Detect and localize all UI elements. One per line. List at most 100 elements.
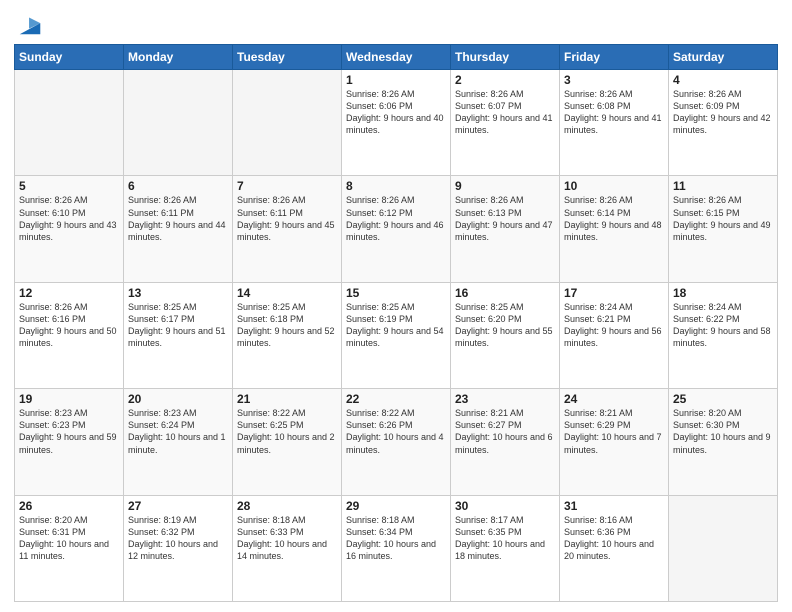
calendar-week-2: 5Sunrise: 8:26 AM Sunset: 6:10 PM Daylig… — [15, 176, 778, 282]
day-number: 12 — [19, 286, 119, 300]
calendar-cell: 30Sunrise: 8:17 AM Sunset: 6:35 PM Dayli… — [451, 495, 560, 601]
day-info: Sunrise: 8:26 AM Sunset: 6:06 PM Dayligh… — [346, 88, 446, 137]
day-number: 25 — [673, 392, 773, 406]
calendar-cell — [669, 495, 778, 601]
page: SundayMondayTuesdayWednesdayThursdayFrid… — [0, 0, 792, 612]
calendar-cell: 27Sunrise: 8:19 AM Sunset: 6:32 PM Dayli… — [124, 495, 233, 601]
weekday-header-friday: Friday — [560, 45, 669, 70]
day-info: Sunrise: 8:25 AM Sunset: 6:20 PM Dayligh… — [455, 301, 555, 350]
day-info: Sunrise: 8:26 AM Sunset: 6:07 PM Dayligh… — [455, 88, 555, 137]
calendar-cell: 31Sunrise: 8:16 AM Sunset: 6:36 PM Dayli… — [560, 495, 669, 601]
day-number: 11 — [673, 179, 773, 193]
day-info: Sunrise: 8:25 AM Sunset: 6:19 PM Dayligh… — [346, 301, 446, 350]
weekday-header-wednesday: Wednesday — [342, 45, 451, 70]
day-info: Sunrise: 8:26 AM Sunset: 6:15 PM Dayligh… — [673, 194, 773, 243]
day-number: 29 — [346, 499, 446, 513]
day-info: Sunrise: 8:24 AM Sunset: 6:22 PM Dayligh… — [673, 301, 773, 350]
calendar-table: SundayMondayTuesdayWednesdayThursdayFrid… — [14, 44, 778, 602]
day-number: 18 — [673, 286, 773, 300]
day-info: Sunrise: 8:26 AM Sunset: 6:13 PM Dayligh… — [455, 194, 555, 243]
day-info: Sunrise: 8:22 AM Sunset: 6:25 PM Dayligh… — [237, 407, 337, 456]
day-info: Sunrise: 8:23 AM Sunset: 6:24 PM Dayligh… — [128, 407, 228, 456]
day-info: Sunrise: 8:19 AM Sunset: 6:32 PM Dayligh… — [128, 514, 228, 563]
calendar-cell: 29Sunrise: 8:18 AM Sunset: 6:34 PM Dayli… — [342, 495, 451, 601]
calendar-cell: 17Sunrise: 8:24 AM Sunset: 6:21 PM Dayli… — [560, 282, 669, 388]
calendar-cell — [233, 70, 342, 176]
day-number: 1 — [346, 73, 446, 87]
calendar-cell: 9Sunrise: 8:26 AM Sunset: 6:13 PM Daylig… — [451, 176, 560, 282]
day-info: Sunrise: 8:20 AM Sunset: 6:31 PM Dayligh… — [19, 514, 119, 563]
day-info: Sunrise: 8:26 AM Sunset: 6:14 PM Dayligh… — [564, 194, 664, 243]
day-number: 21 — [237, 392, 337, 406]
day-info: Sunrise: 8:23 AM Sunset: 6:23 PM Dayligh… — [19, 407, 119, 456]
calendar-week-1: 1Sunrise: 8:26 AM Sunset: 6:06 PM Daylig… — [15, 70, 778, 176]
day-number: 6 — [128, 179, 228, 193]
calendar-cell: 16Sunrise: 8:25 AM Sunset: 6:20 PM Dayli… — [451, 282, 560, 388]
day-number: 2 — [455, 73, 555, 87]
calendar-cell: 26Sunrise: 8:20 AM Sunset: 6:31 PM Dayli… — [15, 495, 124, 601]
day-number: 16 — [455, 286, 555, 300]
calendar-cell: 20Sunrise: 8:23 AM Sunset: 6:24 PM Dayli… — [124, 389, 233, 495]
day-number: 19 — [19, 392, 119, 406]
calendar-cell: 21Sunrise: 8:22 AM Sunset: 6:25 PM Dayli… — [233, 389, 342, 495]
calendar-cell: 10Sunrise: 8:26 AM Sunset: 6:14 PM Dayli… — [560, 176, 669, 282]
calendar-week-4: 19Sunrise: 8:23 AM Sunset: 6:23 PM Dayli… — [15, 389, 778, 495]
calendar-cell: 1Sunrise: 8:26 AM Sunset: 6:06 PM Daylig… — [342, 70, 451, 176]
day-number: 10 — [564, 179, 664, 193]
day-info: Sunrise: 8:17 AM Sunset: 6:35 PM Dayligh… — [455, 514, 555, 563]
day-info: Sunrise: 8:26 AM Sunset: 6:16 PM Dayligh… — [19, 301, 119, 350]
day-number: 26 — [19, 499, 119, 513]
day-number: 30 — [455, 499, 555, 513]
day-info: Sunrise: 8:26 AM Sunset: 6:08 PM Dayligh… — [564, 88, 664, 137]
day-info: Sunrise: 8:24 AM Sunset: 6:21 PM Dayligh… — [564, 301, 664, 350]
day-info: Sunrise: 8:20 AM Sunset: 6:30 PM Dayligh… — [673, 407, 773, 456]
calendar-cell: 25Sunrise: 8:20 AM Sunset: 6:30 PM Dayli… — [669, 389, 778, 495]
header — [14, 10, 778, 38]
day-number: 17 — [564, 286, 664, 300]
weekday-header-thursday: Thursday — [451, 45, 560, 70]
calendar-cell: 28Sunrise: 8:18 AM Sunset: 6:33 PM Dayli… — [233, 495, 342, 601]
calendar-cell — [15, 70, 124, 176]
calendar-cell: 22Sunrise: 8:22 AM Sunset: 6:26 PM Dayli… — [342, 389, 451, 495]
day-info: Sunrise: 8:25 AM Sunset: 6:18 PM Dayligh… — [237, 301, 337, 350]
calendar-cell — [124, 70, 233, 176]
calendar-cell: 11Sunrise: 8:26 AM Sunset: 6:15 PM Dayli… — [669, 176, 778, 282]
weekday-header-monday: Monday — [124, 45, 233, 70]
day-info: Sunrise: 8:26 AM Sunset: 6:10 PM Dayligh… — [19, 194, 119, 243]
calendar-cell: 15Sunrise: 8:25 AM Sunset: 6:19 PM Dayli… — [342, 282, 451, 388]
day-number: 13 — [128, 286, 228, 300]
day-number: 20 — [128, 392, 228, 406]
day-number: 23 — [455, 392, 555, 406]
weekday-header-row: SundayMondayTuesdayWednesdayThursdayFrid… — [15, 45, 778, 70]
weekday-header-saturday: Saturday — [669, 45, 778, 70]
calendar-cell: 12Sunrise: 8:26 AM Sunset: 6:16 PM Dayli… — [15, 282, 124, 388]
calendar-cell: 23Sunrise: 8:21 AM Sunset: 6:27 PM Dayli… — [451, 389, 560, 495]
day-info: Sunrise: 8:22 AM Sunset: 6:26 PM Dayligh… — [346, 407, 446, 456]
day-info: Sunrise: 8:21 AM Sunset: 6:27 PM Dayligh… — [455, 407, 555, 456]
calendar-cell: 24Sunrise: 8:21 AM Sunset: 6:29 PM Dayli… — [560, 389, 669, 495]
day-info: Sunrise: 8:26 AM Sunset: 6:12 PM Dayligh… — [346, 194, 446, 243]
day-info: Sunrise: 8:26 AM Sunset: 6:11 PM Dayligh… — [237, 194, 337, 243]
logo-icon — [16, 10, 44, 38]
day-number: 8 — [346, 179, 446, 193]
day-info: Sunrise: 8:26 AM Sunset: 6:09 PM Dayligh… — [673, 88, 773, 137]
day-number: 7 — [237, 179, 337, 193]
day-info: Sunrise: 8:18 AM Sunset: 6:34 PM Dayligh… — [346, 514, 446, 563]
day-number: 9 — [455, 179, 555, 193]
calendar-cell: 7Sunrise: 8:26 AM Sunset: 6:11 PM Daylig… — [233, 176, 342, 282]
calendar-cell: 2Sunrise: 8:26 AM Sunset: 6:07 PM Daylig… — [451, 70, 560, 176]
logo — [14, 14, 44, 38]
calendar-cell: 6Sunrise: 8:26 AM Sunset: 6:11 PM Daylig… — [124, 176, 233, 282]
day-number: 31 — [564, 499, 664, 513]
day-number: 24 — [564, 392, 664, 406]
calendar-cell: 13Sunrise: 8:25 AM Sunset: 6:17 PM Dayli… — [124, 282, 233, 388]
calendar-cell: 14Sunrise: 8:25 AM Sunset: 6:18 PM Dayli… — [233, 282, 342, 388]
calendar-cell: 8Sunrise: 8:26 AM Sunset: 6:12 PM Daylig… — [342, 176, 451, 282]
day-number: 27 — [128, 499, 228, 513]
day-number: 22 — [346, 392, 446, 406]
day-number: 15 — [346, 286, 446, 300]
calendar-cell: 4Sunrise: 8:26 AM Sunset: 6:09 PM Daylig… — [669, 70, 778, 176]
calendar-cell: 5Sunrise: 8:26 AM Sunset: 6:10 PM Daylig… — [15, 176, 124, 282]
calendar-cell: 18Sunrise: 8:24 AM Sunset: 6:22 PM Dayli… — [669, 282, 778, 388]
calendar-week-3: 12Sunrise: 8:26 AM Sunset: 6:16 PM Dayli… — [15, 282, 778, 388]
